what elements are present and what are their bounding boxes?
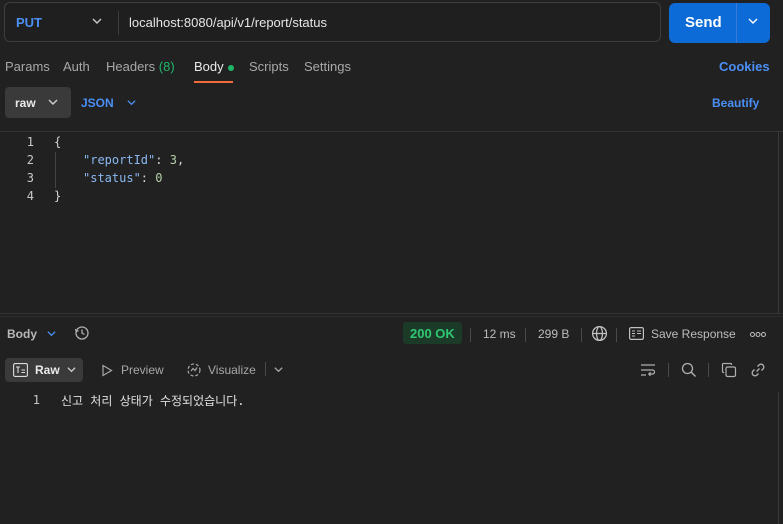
headers-count: (8) xyxy=(158,59,175,74)
chevron-down-icon[interactable] xyxy=(273,364,284,375)
send-label: Send xyxy=(685,14,722,31)
divider xyxy=(265,362,266,376)
tab-headers-label: Headers xyxy=(106,59,156,74)
response-view-visualize[interactable]: Visualize xyxy=(208,363,256,377)
link-icon[interactable] xyxy=(750,362,766,378)
copy-icon[interactable] xyxy=(721,362,737,378)
search-icon[interactable] xyxy=(681,362,697,378)
tab-auth[interactable]: Auth xyxy=(63,59,90,74)
body-indicator-dot xyxy=(227,64,234,71)
send-options-chevron-icon[interactable] xyxy=(747,15,759,27)
response-body-viewer[interactable]: 1 신고 처리 상태가 수정되었습니다. xyxy=(0,386,778,524)
visualize-icon xyxy=(186,362,202,378)
wrap-lines-icon[interactable] xyxy=(640,363,656,377)
divider xyxy=(616,328,617,342)
globe-icon[interactable] xyxy=(591,325,608,342)
divider xyxy=(736,3,737,43)
code-line: "reportId": 3, xyxy=(83,153,185,167)
pane-resize-handle[interactable] xyxy=(0,316,783,317)
status-badge[interactable]: 200 OK xyxy=(403,322,462,344)
chevron-down-icon[interactable] xyxy=(126,97,137,108)
tab-body[interactable]: Body xyxy=(194,59,234,74)
body-mode-label: raw xyxy=(15,96,36,110)
tab-body-label: Body xyxy=(194,59,224,74)
response-view-preview[interactable]: Preview xyxy=(121,363,164,377)
divider xyxy=(118,11,119,35)
raw-label: Raw xyxy=(35,363,60,377)
code-open-brace: { xyxy=(54,135,62,149)
divider xyxy=(0,313,783,314)
more-options-icon[interactable] xyxy=(750,332,766,337)
divider xyxy=(708,363,709,377)
request-body-editor[interactable]: 1 2 3 4 { "reportId": 3, "status": 0 } xyxy=(0,131,778,313)
json-value: 3 xyxy=(169,153,177,167)
tab-scripts[interactable]: Scripts xyxy=(249,59,289,74)
response-text: 신고 처리 상태가 수정되었습니다. xyxy=(61,394,245,408)
response-scrollbar[interactable] xyxy=(778,392,779,524)
active-tab-indicator xyxy=(194,81,233,83)
tab-params[interactable]: Params xyxy=(5,59,50,74)
beautify-button[interactable]: Beautify xyxy=(712,96,759,110)
line-number: 3 xyxy=(26,171,34,185)
chevron-down-icon xyxy=(47,96,59,108)
json-value: 0 xyxy=(155,171,163,185)
response-time[interactable]: 12 ms xyxy=(483,327,516,341)
divider xyxy=(581,328,582,342)
tab-headers[interactable]: Headers (8) xyxy=(106,59,175,74)
raw-text-icon xyxy=(13,363,28,377)
body-mode-select[interactable]: raw xyxy=(5,87,71,118)
method-select[interactable]: PUT xyxy=(16,15,42,30)
cookies-link[interactable]: Cookies xyxy=(719,59,770,74)
send-button[interactable]: Send xyxy=(669,3,770,43)
line-number: 4 xyxy=(26,189,34,203)
url-bar: PUT localhost:8080/api/v1/report/status xyxy=(4,2,661,42)
indent-guide xyxy=(55,152,56,188)
save-icon xyxy=(629,327,644,340)
play-icon xyxy=(101,364,113,377)
divider xyxy=(668,363,669,377)
chevron-down-icon xyxy=(66,364,77,375)
json-key: "status" xyxy=(83,171,141,185)
line-number: 1 xyxy=(32,393,40,407)
chevron-down-icon[interactable] xyxy=(91,15,103,27)
chevron-down-icon[interactable] xyxy=(46,328,57,339)
code-close-brace: } xyxy=(54,189,62,203)
code-line: "status": 0 xyxy=(83,171,163,185)
json-key: "reportId" xyxy=(83,153,156,167)
status-text: 200 OK xyxy=(410,326,455,341)
response-body-select[interactable]: Body xyxy=(7,327,37,341)
response-size[interactable]: 299 B xyxy=(538,327,569,341)
response-view-raw[interactable]: Raw xyxy=(5,358,83,382)
divider xyxy=(525,328,526,342)
tab-settings[interactable]: Settings xyxy=(304,59,351,74)
save-response-button[interactable]: Save Response xyxy=(651,327,736,341)
history-icon[interactable] xyxy=(74,325,90,341)
url-input[interactable]: localhost:8080/api/v1/report/status xyxy=(129,15,327,30)
editor-scrollbar[interactable] xyxy=(778,131,779,313)
body-format-select[interactable]: JSON xyxy=(81,96,114,110)
line-number: 1 xyxy=(26,135,34,149)
divider xyxy=(470,328,471,342)
line-number: 2 xyxy=(26,153,34,167)
